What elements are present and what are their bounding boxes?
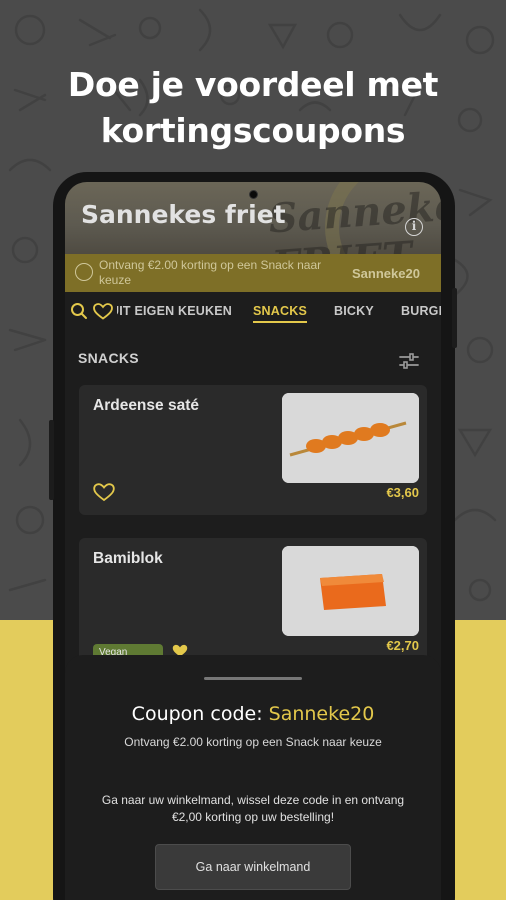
product-name: Ardeense saté [93, 397, 199, 414]
coupon-title-prefix: Coupon code: [131, 703, 263, 725]
go-to-cart-button[interactable]: Ga naar winkelmand [155, 844, 351, 890]
phone-side-button [49, 420, 54, 500]
filter-sliders-icon[interactable] [398, 352, 420, 370]
tab-uit-eigen-keuken[interactable]: UIT EIGEN KEUKEN [117, 304, 232, 318]
sate-illustration [282, 393, 419, 483]
camera-notch [249, 190, 258, 199]
product-card[interactable]: Bamiblok Vegan €2,70 [79, 538, 427, 668]
product-price: €2,70 [386, 638, 419, 653]
coupon-subtitle: Ontvang €2.00 korting op een Snack naar … [124, 735, 382, 749]
section-title: SNACKS [78, 350, 139, 366]
coupon-bottom-sheet: Coupon code: Sanneke20 Ontvang €2.00 kor… [65, 655, 441, 900]
headline-line-2: kortingscoupons [100, 111, 406, 150]
product-price: €3,60 [386, 485, 419, 500]
info-icon[interactable]: i [405, 218, 423, 236]
tab-burgers[interactable]: BURGERS [401, 304, 441, 318]
product-name: Bamiblok [93, 550, 163, 567]
promo-text: Ontvang €2.00 korting op een Snack naar … [99, 258, 322, 287]
search-icon[interactable] [70, 302, 88, 320]
bamiblok-illustration [282, 546, 419, 636]
product-card[interactable]: Ardeense saté €3,60 [79, 385, 427, 515]
favorites-heart-icon[interactable] [93, 303, 113, 320]
category-tabbar: UIT EIGEN KEUKEN SNACKS BICKY BURGERS [65, 292, 441, 332]
coupon-icon [75, 263, 93, 281]
promo-banner[interactable]: Ontvang €2.00 korting op een Snack naar … [65, 254, 441, 292]
page-headline: Doe je voordeel met kortingscoupons [0, 62, 506, 154]
phone-side-button-right [452, 288, 457, 348]
tab-snacks[interactable]: SNACKS [253, 304, 307, 323]
restaurant-name: Sannekes friet [81, 200, 286, 229]
sheet-drag-handle[interactable] [204, 677, 302, 680]
headline-line-1: Doe je voordeel met [67, 65, 439, 104]
coupon-description: Ga naar uw winkelmand, wissel deze code … [101, 793, 405, 824]
coupon-code: Sanneke20 [268, 703, 375, 725]
product-image-bamiblok [282, 546, 419, 636]
product-image-sate [282, 393, 419, 483]
favorite-heart-icon[interactable] [93, 483, 115, 502]
promo-code: Sanneke20 [352, 266, 420, 281]
tab-bicky[interactable]: BICKY [334, 304, 374, 318]
coupon-title: Coupon code: Sanneke20 [65, 703, 441, 725]
